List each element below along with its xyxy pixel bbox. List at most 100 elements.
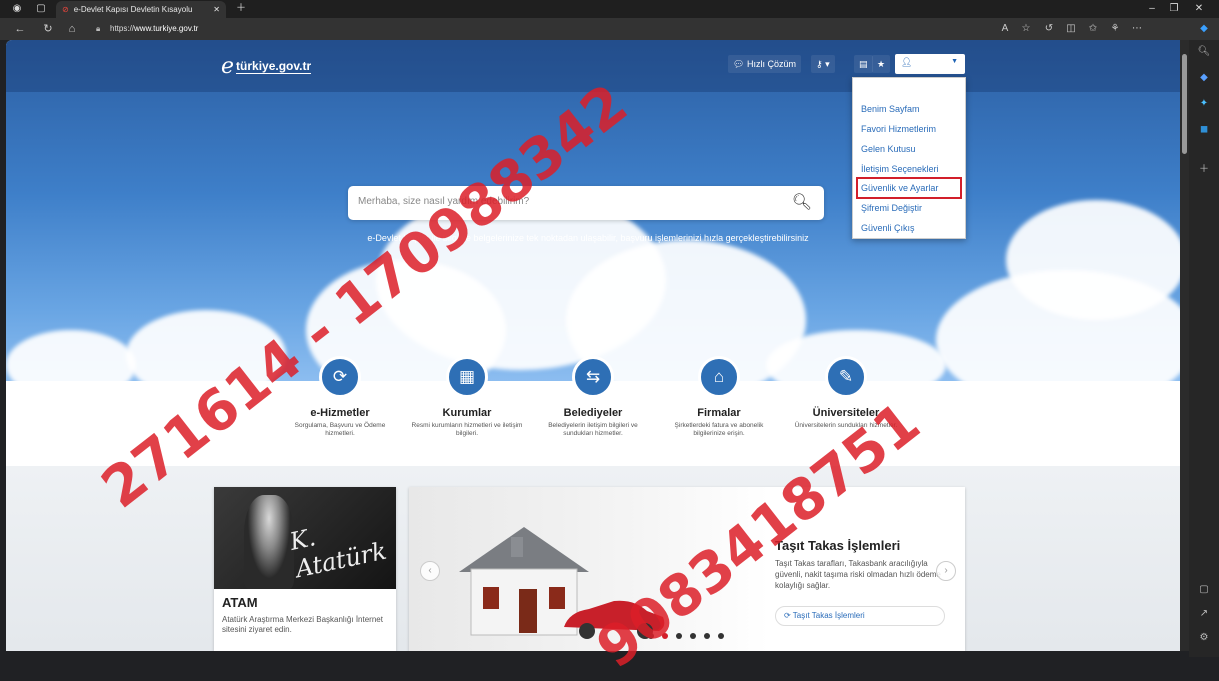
tab-actions-icon[interactable]: ▢ [30,0,52,18]
page-viewport: e türkiye.gov.tr 💬︎ Hızlı Çözüm ⚷ ▾ ▤ ★ … [6,40,1180,651]
add-sidebar-app-icon[interactable]: ＋ [1196,162,1212,178]
menu-item-favori-hizmetlerim[interactable]: Favori Hizmetlerim [861,120,936,138]
extensions-icon[interactable]: ⚘ [1107,21,1123,37]
accessibility-button[interactable]: ⚷ ▾ [811,55,835,73]
refresh-page-icon[interactable]: ↺ [1041,21,1057,37]
service-e-hizmetler[interactable]: ⟳ e-Hizmetler Sorgulama, Başvuru ve Ödem… [275,356,405,438]
graduation-cap-icon: ✎ [825,356,867,398]
back-icon[interactable]: ← [12,21,28,37]
search-icon[interactable]: 🔍︎ [1196,44,1212,60]
menu-item-iletisim-secenekleri[interactable]: İletişim Seçenekleri [861,160,939,178]
site-logo[interactable]: e türkiye.gov.tr [221,53,312,79]
browser-tab[interactable]: ⊘ e-Devlet Kapısı Devletin Kısayolu ✕ [56,1,226,18]
slider-dot[interactable] [676,633,682,639]
chevron-right-icon: › [944,565,948,576]
minimize-icon[interactable]: – [1141,0,1163,18]
new-tab-icon[interactable]: ＋ [230,0,252,18]
quick-solution-label: Hızlı Çözüm [746,59,796,69]
slider-next-button[interactable]: › [936,561,956,581]
menu-item-gelen-kutusu[interactable]: Gelen Kutusu [861,140,916,158]
scrollbar-thumb[interactable] [1182,54,1187,154]
quick-solution-button[interactable]: 💬︎ Hızlı Çözüm [728,55,801,73]
ataturk-signature: K. Atatürk [287,523,389,584]
highlight-box [856,177,962,199]
slider-dot[interactable] [718,633,724,639]
service-desc: Belediyelerin iletişim bilgileri ve sund… [548,422,638,437]
slider-dot[interactable] [690,633,696,639]
menu-item-benim-sayfam[interactable]: Benim Sayfam [861,100,920,118]
browser-sidebar: 🔍︎ ◆ ✦ ◼ ＋ ▢ ↗ ⚙ [1189,40,1219,657]
profile-icon[interactable]: ◉ [6,0,28,18]
restore-icon[interactable]: ❐ [1163,0,1185,18]
service-desc: Üniversitelerin sundukları hizmetler. [794,422,898,429]
star-icon: ★ [877,59,886,69]
hero-section: e türkiye.gov.tr 💬︎ Hızlı Çözüm ⚷ ▾ ▤ ★ … [6,40,1180,381]
sidebar-layout-icon[interactable]: ▢ [1196,582,1212,598]
service-universiteler[interactable]: ✎ Üniversiteler Üniversitelerin sundukla… [781,356,911,430]
slider-prev-button[interactable]: ‹ [420,561,440,581]
favorite-star-icon[interactable]: ☆ [1018,21,1034,37]
chevron-down-icon: ▾ [825,59,830,69]
reload-icon[interactable]: ↻ [40,21,56,37]
service-name: Belediyeler [563,407,623,419]
close-window-icon[interactable]: ✕ [1188,0,1210,18]
favorites-icon[interactable]: ✩ [1085,21,1101,37]
user-icon: 👤︎ [901,57,913,67]
id-card-button[interactable]: ▤ [854,55,873,73]
service-firmalar[interactable]: ⌂ Firmalar Şirketlerdeki fatura ve abone… [654,356,784,438]
close-tab-icon[interactable]: ✕ [213,5,220,14]
chat-icon: 💬︎ [733,59,745,69]
atam-card[interactable]: K. Atatürk ATAM Atatürk Araştırma Merkez… [214,487,396,651]
search-box[interactable]: Merhaba, size nasıl yardım edebilirim? 🔍… [348,186,824,220]
site-favicon-icon: ⊘ [62,5,69,14]
factory-icon: ⌂ [698,356,740,398]
ataturk-photo: K. Atatürk [214,487,396,589]
tab-title: e-Devlet Kapısı Devletin Kısayolu [73,5,193,14]
service-name: e-Hizmetler [310,407,370,419]
slider-dot[interactable] [648,633,654,639]
url-host: www.turkiye.gov.tr [134,24,199,33]
page-scrollbar[interactable] [1180,40,1189,651]
chevron-down-icon: ▼ [951,58,958,65]
service-belediyeler[interactable]: ⇆ Belediyeler Belediyelerin iletişim bil… [528,356,658,438]
slider-link-label: Taşıt Takas İşlemleri [792,611,865,620]
menu-item-sifremi-degistir[interactable]: Şifremi Değiştir [861,199,922,217]
service-name: Üniversiteler [812,407,880,419]
copilot-icon[interactable]: ◆ [1196,21,1212,37]
top-nav-bar [6,40,1180,92]
logo-mark: e [221,53,235,79]
slider-title: Taşıt Takas İşlemleri [775,538,901,553]
slider-dot[interactable] [662,633,668,639]
copilot-sidebar-icon[interactable]: ✦ [1196,96,1212,112]
split-screen-icon[interactable]: ◫ [1063,21,1079,37]
url-field[interactable]: 🔒︎ https://www.turkiye.gov.tr [96,20,996,38]
favorites-button[interactable]: ★ [872,55,891,73]
url-prefix: https:// [110,24,135,33]
service-desc: Sorgulama, Başvuru ve Ödeme hizmetleri. [294,422,386,437]
signpost-icon: ⇆ [572,356,614,398]
service-kurumlar[interactable]: ▦ Kurumlar Resmi kurumların hizmetleri v… [402,356,532,438]
chevron-left-icon: ‹ [428,565,432,576]
collections-icon[interactable]: ◆ [1196,70,1212,86]
slider-dot[interactable] [704,633,710,639]
settings-gear-icon[interactable]: ⚙ [1196,630,1212,646]
refresh-icon: ⟳ [784,611,791,620]
building-icon: ▦ [446,356,488,398]
atam-desc: Atatürk Araştırma Merkezi Başkanlığı İnt… [222,615,383,634]
id-card-icon: ▤ [859,59,868,69]
read-aloud-icon[interactable]: A [997,21,1013,37]
outlook-icon[interactable]: ◼ [1196,122,1212,138]
service-desc: Resmi kurumların hizmetleri ve iletişim … [411,422,523,437]
lock-icon: 🔒︎ [96,24,101,33]
service-desc: Şirketlerdeki fatura ve abonelik bilgile… [674,422,764,437]
more-menu-icon[interactable]: ⋯ [1129,21,1145,37]
slider-card: Taşıt Takas İşlemleri Taşıt Takas tarafl… [409,487,965,651]
slider-desc: Taşıt Takas tarafları, Takasbank aracılı… [775,559,941,590]
home-icon[interactable]: ⌂ [64,21,80,37]
slider-link[interactable]: ⟳ Taşıt Takas İşlemleri [775,606,945,626]
user-menu-button[interactable]: 👤︎ ▼ [895,54,965,74]
menu-item-guvenli-cikis[interactable]: Güvenli Çıkış [861,219,915,237]
external-link-icon[interactable]: ↗ [1196,606,1212,622]
logo-text: türkiye.gov.tr [236,58,312,74]
search-icon[interactable]: 🔍︎ [792,192,812,212]
